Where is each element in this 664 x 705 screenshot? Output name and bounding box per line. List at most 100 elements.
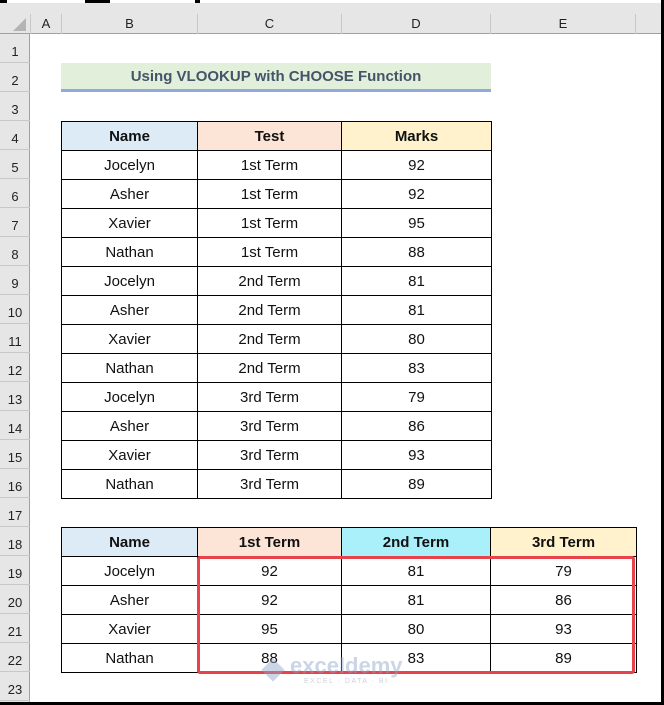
result-table-cell[interactable]: 81 xyxy=(341,585,491,615)
row-header-2[interactable]: 2 xyxy=(0,63,30,92)
select-all-button[interactable] xyxy=(0,3,30,34)
source-table-cell[interactable]: 79 xyxy=(341,382,492,412)
row-header-22[interactable]: 22 xyxy=(0,643,30,672)
source-table-cell[interactable]: 83 xyxy=(341,353,492,383)
source-table-cell[interactable]: 2nd Term xyxy=(197,295,342,325)
source-table-cell[interactable]: 93 xyxy=(341,440,492,470)
source-table-cell[interactable]: 2nd Term xyxy=(197,353,342,383)
row-header-12[interactable]: 12 xyxy=(0,353,30,382)
source-table-cell[interactable]: Asher xyxy=(61,295,198,325)
result-table-cell[interactable]: 89 xyxy=(490,643,637,673)
result-table-cell[interactable]: 81 xyxy=(341,556,491,586)
source-table-cell[interactable]: 1st Term xyxy=(197,150,342,180)
row-header-13[interactable]: 13 xyxy=(0,382,30,411)
header-test[interactable]: Test xyxy=(197,121,342,151)
result-table-cell[interactable]: 95 xyxy=(197,614,342,644)
source-table-row: Asher 1st Term 92 xyxy=(61,179,492,209)
source-table-cell[interactable]: 95 xyxy=(341,208,492,238)
source-table-row: Xavier 2nd Term 80 xyxy=(61,324,492,354)
row-header-11[interactable]: 11 xyxy=(0,324,30,353)
result-table-cell[interactable]: Nathan xyxy=(61,643,198,673)
header-2nd-term[interactable]: 2nd Term xyxy=(341,527,491,557)
row-header-10[interactable]: 10 xyxy=(0,295,30,324)
row-header-17[interactable]: 17 xyxy=(0,498,30,527)
source-table-row: Jocelyn 1st Term 92 xyxy=(61,150,492,180)
row-header-15[interactable]: 15 xyxy=(0,440,30,469)
result-table-cell[interactable]: Asher xyxy=(61,585,198,615)
watermark-tagline: EXCEL · DATA · BI xyxy=(304,678,389,685)
header-1st-term[interactable]: 1st Term xyxy=(197,527,342,557)
source-table-cell[interactable]: 3rd Term xyxy=(197,440,342,470)
source-table-row: Asher 3rd Term 86 xyxy=(61,411,492,441)
row-header-23[interactable]: 23 xyxy=(0,672,30,701)
source-table-cell[interactable]: 86 xyxy=(341,411,492,441)
source-table-row: Xavier 3rd Term 93 xyxy=(61,440,492,470)
source-table-cell[interactable]: Jocelyn xyxy=(61,150,198,180)
column-header-a[interactable]: A xyxy=(30,14,61,34)
row-header-14[interactable]: 14 xyxy=(0,411,30,440)
column-header-e[interactable]: E xyxy=(490,14,636,34)
source-table-cell[interactable]: 3rd Term xyxy=(197,469,342,499)
column-header-d[interactable]: D xyxy=(341,14,490,34)
row-header-6[interactable]: 6 xyxy=(0,179,30,208)
source-table-cell[interactable]: 88 xyxy=(341,237,492,267)
row-header-16[interactable]: 16 xyxy=(0,469,30,498)
spreadsheet-window: A B C D E 1 2 3 4 5 6 7 8 9 10 11 12 13 14 15 16 17 18 19 2… xyxy=(0,0,661,702)
result-table-cell[interactable]: 86 xyxy=(490,585,637,615)
source-table-cell[interactable]: 1st Term xyxy=(197,179,342,209)
result-table-cell[interactable]: 83 xyxy=(341,643,491,673)
row-header-7[interactable]: 7 xyxy=(0,208,30,237)
source-table-cell[interactable]: 92 xyxy=(341,179,492,209)
source-table-cell[interactable]: Xavier xyxy=(61,440,198,470)
result-table-cell[interactable]: 80 xyxy=(341,614,491,644)
result-table-cell[interactable]: 92 xyxy=(197,585,342,615)
source-table-cell[interactable]: 81 xyxy=(341,266,492,296)
header-marks[interactable]: Marks xyxy=(341,121,492,151)
result-header-row: Name 1st Term 2nd Term 3rd Term xyxy=(61,527,637,557)
row-header-21[interactable]: 21 xyxy=(0,614,30,643)
row-header-8[interactable]: 8 xyxy=(0,237,30,266)
source-table-cell[interactable]: Jocelyn xyxy=(61,382,198,412)
source-table-cell[interactable]: Nathan xyxy=(61,237,198,267)
row-header-9[interactable]: 9 xyxy=(0,266,30,295)
result-table-cell[interactable]: Jocelyn xyxy=(61,556,198,586)
row-header-18[interactable]: 18 xyxy=(0,527,30,556)
source-table-cell[interactable]: 80 xyxy=(341,324,492,354)
source-table-cell[interactable]: Asher xyxy=(61,179,198,209)
column-header-c[interactable]: C xyxy=(197,14,341,34)
source-table-row: Nathan 3rd Term 89 xyxy=(61,469,492,499)
row-header-19[interactable]: 19 xyxy=(0,556,30,585)
result-table-cell[interactable]: 92 xyxy=(197,556,342,586)
row-header-4[interactable]: 4 xyxy=(0,121,30,150)
result-table-row: Jocelyn 92 81 79 xyxy=(61,556,637,586)
source-table-cell[interactable]: 81 xyxy=(341,295,492,325)
column-header-b[interactable]: B xyxy=(61,14,197,34)
source-table-cell[interactable]: 92 xyxy=(341,150,492,180)
result-table-cell[interactable]: 93 xyxy=(490,614,637,644)
source-table-cell[interactable]: 1st Term xyxy=(197,208,342,238)
header-name[interactable]: Name xyxy=(61,527,198,557)
source-table-cell[interactable]: 3rd Term xyxy=(197,411,342,441)
source-table-cell[interactable]: Xavier xyxy=(61,208,198,238)
result-table-cell[interactable]: 79 xyxy=(490,556,637,586)
result-table-cell[interactable]: Xavier xyxy=(61,614,198,644)
result-table-row: Asher 92 81 86 xyxy=(61,585,637,615)
source-table-cell[interactable]: Nathan xyxy=(61,469,198,499)
source-table-row: Asher 2nd Term 81 xyxy=(61,295,492,325)
source-table-cell[interactable]: 2nd Term xyxy=(197,266,342,296)
header-name[interactable]: Name xyxy=(61,121,198,151)
source-table-cell[interactable]: Xavier xyxy=(61,324,198,354)
source-table-cell[interactable]: 3rd Term xyxy=(197,382,342,412)
source-table-cell[interactable]: Asher xyxy=(61,411,198,441)
row-header-20[interactable]: 20 xyxy=(0,585,30,614)
source-table-cell[interactable]: Nathan xyxy=(61,353,198,383)
source-table-cell[interactable]: 89 xyxy=(341,469,492,499)
row-header-3[interactable]: 3 xyxy=(0,92,30,121)
source-table-cell[interactable]: 2nd Term xyxy=(197,324,342,354)
result-table-cell[interactable]: 88 xyxy=(197,643,342,673)
row-header-5[interactable]: 5 xyxy=(0,150,30,179)
source-table-cell[interactable]: Jocelyn xyxy=(61,266,198,296)
header-3rd-term[interactable]: 3rd Term xyxy=(490,527,637,557)
source-table-cell[interactable]: 1st Term xyxy=(197,237,342,267)
row-header-1[interactable]: 1 xyxy=(0,34,30,63)
